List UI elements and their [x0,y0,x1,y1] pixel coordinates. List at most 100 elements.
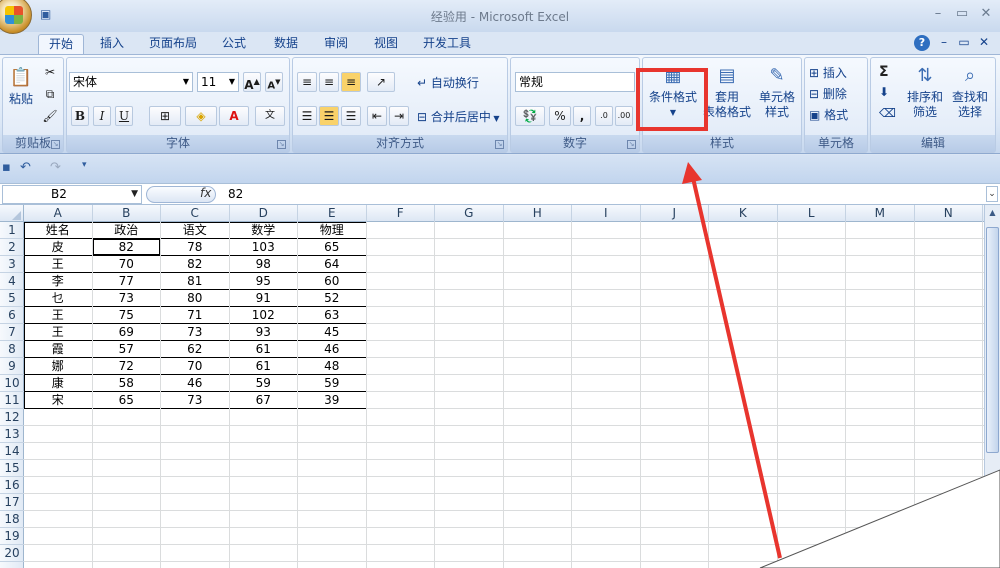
tab-data[interactable]: 数据 [266,34,306,54]
row-header[interactable]: 10 [0,375,24,392]
column-header[interactable]: H [504,205,572,222]
table-cell[interactable]: 45 [298,324,367,341]
table-cell[interactable]: 48 [298,358,367,375]
table-header-cell[interactable]: 语文 [161,222,230,239]
shrink-font-button[interactable]: A▼ [265,72,283,92]
table-cell[interactable]: 59 [298,375,367,392]
sort-filter-button[interactable]: ⇅ 排序和 筛选 [903,60,947,120]
phonetic-icon[interactable]: 文 [255,106,285,126]
row-header[interactable]: 15 [0,460,24,477]
copy-icon[interactable]: ⧉ [41,84,59,104]
table-cell[interactable]: 62 [161,341,230,358]
font-launcher-icon[interactable]: ↘ [277,140,286,149]
table-header-cell[interactable]: 政治 [92,222,161,239]
increase-decimal-icon[interactable]: .0 [595,106,613,126]
alignment-launcher-icon[interactable]: ↘ [495,140,504,149]
tab-insert[interactable]: 插入 [92,34,132,54]
table-cell[interactable]: 71 [161,307,230,324]
decrease-decimal-icon[interactable]: .00 [615,106,633,126]
table-cell[interactable]: 73 [92,290,161,307]
redo-icon[interactable]: ↷ [50,160,61,175]
insert-cells-button[interactable]: ⊞ 插入 [809,64,847,81]
align-middle-icon[interactable]: ≡ [319,72,339,92]
tab-developer[interactable]: 开发工具 [418,34,476,54]
table-cell[interactable]: 王 [24,324,93,341]
table-cell[interactable]: 60 [298,273,367,290]
number-format-select[interactable]: 常规 [515,72,635,92]
row-header[interactable]: 20 [0,545,24,562]
table-cell[interactable]: 皮 [24,239,93,256]
align-left-icon[interactable]: ☰ [297,106,317,126]
table-cell[interactable]: 69 [92,324,161,341]
select-all-button[interactable] [0,205,24,222]
paste-button[interactable]: 📋 粘贴 [5,62,37,107]
column-header[interactable]: I [572,205,641,222]
column-header[interactable]: G [435,205,504,222]
row-header[interactable]: 18 [0,511,24,528]
worksheet[interactable]: ABCDEFGHIJKLMN 1 2 3 4 5 6 7 8 9 10 11 12 13 14 15 16 17… [0,205,984,568]
column-header[interactable]: F [367,205,435,222]
table-cell[interactable]: 98 [229,256,298,273]
bold-button[interactable]: B [71,106,89,126]
accounting-icon[interactable]: 💱 [515,106,545,126]
column-header[interactable]: M [846,205,915,222]
increase-indent-icon[interactable]: ⇥ [389,106,409,126]
autosum-button[interactable]: Σ [879,64,889,80]
row-header[interactable]: 4 [0,273,24,290]
tab-view[interactable]: 视图 [366,34,406,54]
table-header-cell[interactable]: 姓名 [24,222,93,239]
table-cell[interactable]: 70 [161,358,230,375]
table-cell[interactable]: 80 [161,290,230,307]
restore-icon[interactable]: ▭ [952,6,972,22]
row-header[interactable]: 1 [0,222,24,239]
row-header[interactable]: 17 [0,494,24,511]
column-header[interactable]: J [641,205,709,222]
row-header[interactable]: 5 [0,290,24,307]
column-header[interactable]: A [24,205,93,222]
scroll-up-icon[interactable]: ▲ [986,208,999,223]
table-cell[interactable]: 58 [92,375,161,392]
table-cell[interactable]: 康 [24,375,93,392]
column-header[interactable]: D [230,205,298,222]
vertical-scrollbar[interactable]: ▲ [984,205,1000,568]
font-name-select[interactable]: 宋体 ▼ [69,72,193,92]
table-cell[interactable]: 61 [229,341,298,358]
table-cell[interactable]: 57 [92,341,161,358]
column-header[interactable]: N [915,205,983,222]
tab-page-layout[interactable]: 页面布局 [144,34,202,54]
workbook-close-icon[interactable]: ✕ [976,35,992,51]
wrap-text-button[interactable]: ↵ 自动换行 [417,74,479,91]
column-header[interactable]: K [709,205,778,222]
close-icon[interactable]: ✕ [976,6,996,22]
italic-button[interactable]: I [93,106,111,126]
borders-button[interactable]: ⊞ [149,106,181,126]
ribbon-restore-icon[interactable]: ▭ [956,35,972,51]
table-cell[interactable]: 67 [229,392,298,409]
align-bottom-icon[interactable]: ≡ [341,72,361,92]
fill-color-button[interactable]: ◈ [185,106,217,126]
scroll-thumb[interactable] [986,227,999,453]
table-cell[interactable]: 王 [24,256,93,273]
clipboard-launcher-icon[interactable]: ↘ [51,140,60,149]
table-cell[interactable]: 93 [229,324,298,341]
save-icon[interactable]: ▪ [2,160,11,175]
table-cell[interactable]: 75 [92,307,161,324]
formula-input[interactable]: 82 [228,187,243,201]
table-cell[interactable]: 63 [298,307,367,324]
table-cell[interactable]: 77 [92,273,161,290]
table-cell[interactable]: 乜 [24,290,93,307]
table-cell[interactable]: 103 [229,239,298,256]
table-cell[interactable]: 73 [161,324,230,341]
name-box[interactable]: B2 ▼ [2,185,142,204]
row-header[interactable]: 7 [0,324,24,341]
row-header[interactable]: 14 [0,443,24,460]
number-launcher-icon[interactable]: ↘ [627,140,636,149]
minimize-icon[interactable]: – [928,6,948,22]
row-header[interactable]: 3 [0,256,24,273]
table-cell[interactable]: 91 [229,290,298,307]
table-cell[interactable]: 65 [298,239,367,256]
clear-icon[interactable]: ⌫ [879,106,896,120]
table-cell[interactable]: 73 [161,392,230,409]
table-cell[interactable]: 95 [229,273,298,290]
table-cell[interactable]: 72 [92,358,161,375]
